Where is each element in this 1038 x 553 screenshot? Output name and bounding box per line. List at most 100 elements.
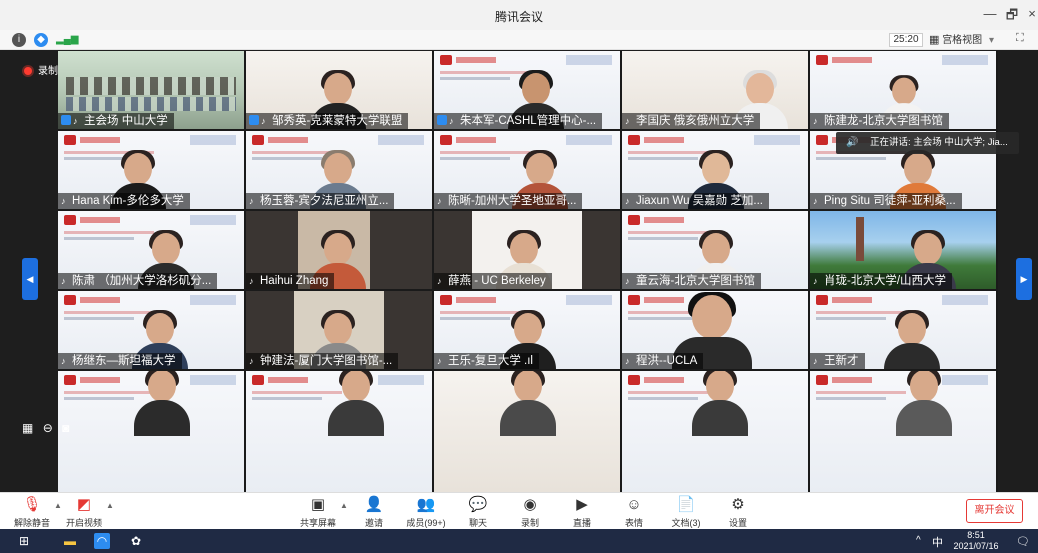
leave-meeting-button[interactable]: 离开会议 [966, 499, 1023, 523]
video-tile[interactable]: ♪ 陈肃 （加州大学洛杉矶分... [58, 211, 244, 289]
video-tile[interactable]: ♪ Hana Kim-多伦多大学 [58, 131, 244, 209]
chat-label: 聊天 [468, 518, 487, 528]
video-tile[interactable]: ♪ 钟建法-厦门大学图书馆-... [246, 291, 432, 369]
video-options-caret-icon[interactable]: ▲ [106, 501, 114, 510]
video-tile[interactable]: ♪ Haihui Zhang [246, 211, 432, 289]
unmute-button[interactable]: 🎙 解除静音 [4, 496, 60, 529]
start-video-label: 开启视频 [65, 518, 102, 528]
video-tile[interactable] [58, 371, 244, 492]
participant-name: ♪ 钟建法-厦门大学图书馆-... [246, 353, 399, 369]
share-screen-icon: ▣ [310, 496, 326, 513]
video-tile[interactable]: ♪ 王乐-复旦大学 .ıl [434, 291, 620, 369]
camera-switch-icon[interactable]: ⊖ [43, 421, 53, 435]
speaking-text: 正在讲话: 主会场 中山大学; Jia... [870, 137, 1008, 148]
participant-name: ♪ 主会场 中山大学 [58, 113, 174, 129]
video-tile[interactable]: ♪ 薛燕 - UC Berkeley [434, 211, 620, 289]
start-video-button[interactable]: ◩ 开启视频 [56, 496, 112, 529]
video-tile[interactable]: ♪ 主会场 中山大学 [58, 51, 244, 129]
mic-muted-icon: 🎙 [22, 496, 42, 513]
participant-name: ♪ Haihui Zhang [246, 273, 335, 289]
video-tile[interactable]: ♪ 朱本军-CASHL管理中心-... [434, 51, 620, 129]
gear-icon: ⚙ [731, 496, 745, 513]
view-mode-button[interactable]: ▦ 宫格视图 ▾ [929, 32, 994, 48]
participant-name: ♪ 李国庆 俄亥俄州立大学 [622, 113, 761, 129]
mic-icon: ♪ [813, 276, 818, 286]
windows-start-icon[interactable]: ⊞ [16, 533, 32, 549]
participant-name: ♪ 肖珑-北京大学/山西大学 [810, 273, 953, 289]
video-tile[interactable]: ♪ 杨玉蓉-宾夕法尼亚州立... [246, 131, 432, 209]
unmute-label: 解除静音 [13, 518, 50, 528]
minimize-button[interactable]: — [980, 6, 1000, 21]
tencent-meeting-taskbar-icon[interactable]: ◠ [94, 533, 110, 549]
reactions-button[interactable]: ☺ 表情 [606, 496, 662, 529]
close-button[interactable]: × [1022, 6, 1038, 21]
video-tile[interactable] [246, 371, 432, 492]
participant-name: ♪ 陈肃 （加州大学洛杉矶分... [58, 273, 218, 289]
mic-icon: ♪ [449, 116, 454, 126]
tray-expand-icon[interactable]: ^ [916, 535, 921, 546]
members-button[interactable]: 👥 成员(99+) [398, 496, 454, 529]
chat-button[interactable]: 💬 聊天 [450, 496, 506, 529]
participant-name: ♪ 王新才 [810, 353, 865, 369]
chevron-left-icon: ◀ [26, 274, 34, 284]
restore-button[interactable]: 🗗 [1002, 6, 1022, 28]
documents-button[interactable]: 📄 文档(3) [658, 496, 714, 529]
video-tile[interactable]: ♪ 陈晰-加州大学圣地亚哥... [434, 131, 620, 209]
settings-label: 设置 [728, 518, 747, 528]
video-tile[interactable]: ♪ 邹秀英-克莱蒙特大学联盟 [246, 51, 432, 129]
ime-indicator[interactable]: 中 [932, 534, 943, 550]
participant-name: ♪ 杨玉蓉-宾夕法尼亚州立... [246, 193, 395, 209]
signal-icon[interactable]: ▂▄▆ [56, 33, 78, 47]
mic-icon: ♪ [437, 276, 442, 286]
mic-icon: ♪ [73, 116, 78, 126]
video-tile[interactable]: ♪ 童云海-北京大学图书馆 [622, 211, 808, 289]
next-page-button[interactable]: ▶ [1016, 258, 1032, 300]
app-taskbar-icon[interactable]: ✿ [128, 533, 144, 549]
grid-icon[interactable]: ▦ [22, 421, 33, 435]
invite-label: 邀请 [364, 518, 383, 528]
system-clock[interactable]: 8:51 2021/07/16 [952, 530, 1000, 552]
video-tile[interactable]: ♪ 王新才 [810, 291, 996, 369]
participant-name: ♪ Ping Situ 司徒萍-亚利桑... [810, 193, 962, 209]
members-label: 成员(99+) [406, 518, 446, 528]
video-tile[interactable]: ♪ 李国庆 俄亥俄州立大学 [622, 51, 808, 129]
prev-page-button[interactable]: ◀ [22, 258, 38, 300]
chevron-right-icon: ▶ [1020, 274, 1028, 284]
video-tile[interactable] [810, 371, 996, 492]
video-grid: ♪ 主会场 中山大学 ♪ 邹秀英-克莱蒙特大学联盟 ♪ 朱本军-CASHL管理中心-.… [58, 51, 998, 492]
video-tile[interactable]: ♪ Jiaxun Wu 吴嘉勋 芝加... [622, 131, 808, 209]
settings-button[interactable]: ⚙ 设置 [710, 496, 766, 529]
mic-icon: ♪ [437, 356, 442, 366]
participant-name: ♪ 王乐-复旦大学 .ıl [434, 353, 539, 369]
emoji-icon: ☺ [626, 496, 642, 513]
record-button[interactable]: ◉ 录制 [502, 496, 558, 529]
video-tile[interactable]: ♪ 肖珑-北京大学/山西大学 [810, 211, 996, 289]
fullscreen-icon[interactable]: ⛶ [1016, 32, 1024, 45]
video-tile[interactable]: ♪ 杨继东—斯坦福大学 [58, 291, 244, 369]
participant-name: ♪ Hana Kim-多伦多大学 [58, 193, 190, 209]
shield-icon[interactable]: ◆ [34, 33, 48, 47]
mic-icon: ♪ [249, 276, 254, 286]
record-icon: ◉ [523, 496, 537, 513]
mic-icon: ♪ [813, 356, 818, 366]
mic-icon: ♪ [61, 276, 66, 286]
invite-button[interactable]: 👤 邀请 [346, 496, 402, 529]
video-tile[interactable] [622, 371, 808, 492]
participant-name: ♪ 陈晰-加州大学圣地亚哥... [434, 193, 583, 209]
info-icon[interactable]: i [12, 33, 26, 47]
mic-icon: ♪ [813, 196, 818, 206]
file-explorer-icon[interactable]: ▬ [62, 533, 78, 549]
speaking-indicator: 🔊 正在讲话: 主会场 中山大学; Jia... [836, 132, 1019, 154]
participant-name: ♪ 陈建龙-北京大学图书馆 [810, 113, 949, 129]
mic-icon: ♪ [249, 196, 254, 206]
mic-icon: ♪ [625, 116, 630, 126]
notification-icon[interactable]: 🗨 [1016, 535, 1030, 548]
participant-name: ♪ 邹秀英-克莱蒙特大学联盟 [246, 113, 409, 129]
share-screen-button[interactable]: ▣ 共享屏幕 [290, 496, 346, 529]
participant-name: ♪ 童云海-北京大学图书馆 [622, 273, 761, 289]
live-button[interactable]: ▶ 直播 [554, 496, 610, 529]
video-tile[interactable] [434, 371, 620, 492]
video-tile[interactable]: ♪ 陈建龙-北京大学图书馆 [810, 51, 996, 129]
video-tile[interactable]: ♪ 程洪--UCLA [622, 291, 808, 369]
chat-bubble-icon[interactable]: ◙ [62, 421, 69, 435]
